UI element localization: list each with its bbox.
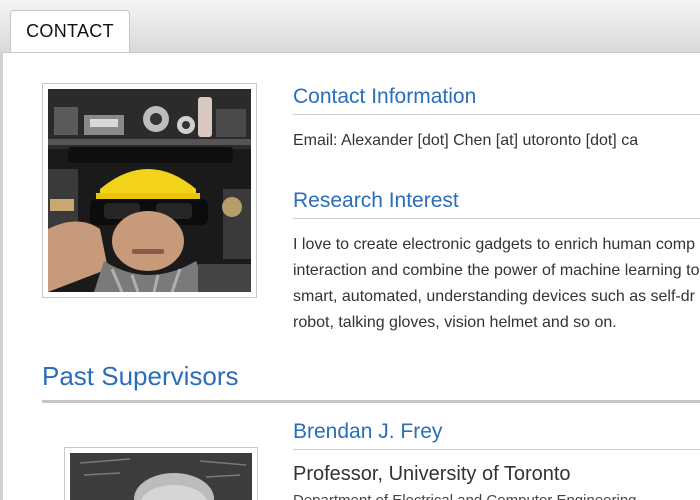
past-supervisors-rule xyxy=(42,400,700,403)
supervisor-name[interactable]: Brendan J. Frey xyxy=(293,420,442,444)
contact-heading: Contact Information xyxy=(293,85,477,108)
content-left-border xyxy=(0,52,3,500)
research-line: I love to create electronic gadgets to e… xyxy=(293,236,695,253)
supervisor-photo-image xyxy=(70,453,252,500)
supervisor-department: Department of Electrical and Computer En… xyxy=(293,492,637,500)
research-line: interaction and combine the power of mac… xyxy=(293,262,700,279)
contact-email: Email: Alexander [dot] Chen [at] utoront… xyxy=(293,132,639,149)
supervisor-photo xyxy=(64,447,258,500)
profile-photo-image xyxy=(48,89,251,292)
profile-photo xyxy=(42,83,257,298)
contact-heading-rule xyxy=(293,114,700,115)
past-supervisors-heading: Past Supervisors xyxy=(42,361,239,391)
research-heading-rule xyxy=(293,218,700,219)
tab-bar: CONTACT xyxy=(0,0,700,53)
research-line: robot, talking gloves, vision helmet and… xyxy=(293,314,617,331)
research-paragraph: I love to create electronic gadgets to e… xyxy=(293,232,699,336)
research-heading: Research Interest xyxy=(293,189,459,212)
page: CONTACT Contact Information Email: Alexa… xyxy=(0,0,700,500)
supervisor-title: Professor, University of Toronto xyxy=(293,463,571,485)
tab-contact[interactable]: CONTACT xyxy=(10,10,130,52)
research-line: smart, automated, understanding devices … xyxy=(293,288,695,305)
supervisor-name-rule xyxy=(293,449,700,450)
